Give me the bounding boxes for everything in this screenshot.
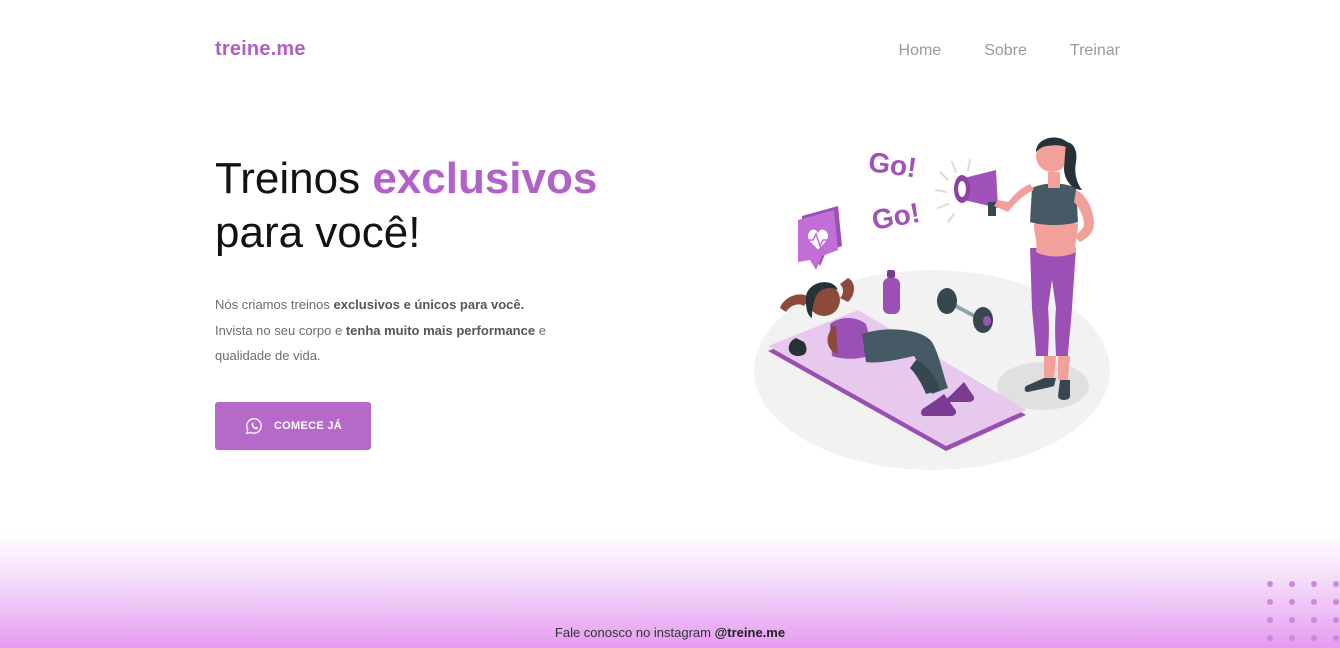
logo[interactable]: treine.me xyxy=(215,38,306,61)
desc-l3: qualidade de vida. xyxy=(215,348,321,363)
footer: Fale conosco no instagram @treine.me xyxy=(0,533,1340,648)
nav-sobre[interactable]: Sobre xyxy=(984,42,1027,60)
footer-contact: Fale conosco no instagram @treine.me xyxy=(0,625,1340,640)
desc-l1-plain: Nós criamos treinos xyxy=(215,297,334,312)
workout-illustration: Go! Go! xyxy=(754,137,1110,470)
footer-text-label: Fale conosco no instagram xyxy=(554,625,715,640)
hero-title-part2: para você! xyxy=(215,208,421,257)
desc-l2-end: e xyxy=(535,322,546,338)
hero-description: Nós criamos treinos exclusivos e únicos … xyxy=(215,292,575,369)
desc-l2-plain: Invista no seu corpo e xyxy=(215,322,346,338)
start-now-button[interactable]: COMECE JÁ xyxy=(215,402,371,450)
dot-pattern-decoration xyxy=(1267,581,1339,641)
instagram-handle[interactable]: @treine.me xyxy=(715,625,785,640)
hero-title-part1: Treinos xyxy=(215,154,373,203)
megaphone-icon xyxy=(935,159,998,223)
whatsapp-icon xyxy=(245,417,262,435)
desc-l2-bold: tenha muito mais performance xyxy=(345,322,536,338)
hero-title-accent: exclusivos xyxy=(372,154,598,203)
go-text-1: Go! xyxy=(867,146,919,183)
nav-home[interactable]: Home xyxy=(899,42,942,60)
start-now-label: COMECE JÁ xyxy=(273,420,343,432)
desc-l1-bold: exclusivos e únicos para você. xyxy=(333,297,525,312)
nav-treinar[interactable]: Treinar xyxy=(1070,42,1120,60)
hero-title: Treinos exclusivos para você! xyxy=(215,152,597,260)
heart-chat-icon xyxy=(798,206,842,270)
main-nav: Home Sobre Treinar xyxy=(899,42,1120,60)
go-text-2: Go! xyxy=(869,197,922,236)
